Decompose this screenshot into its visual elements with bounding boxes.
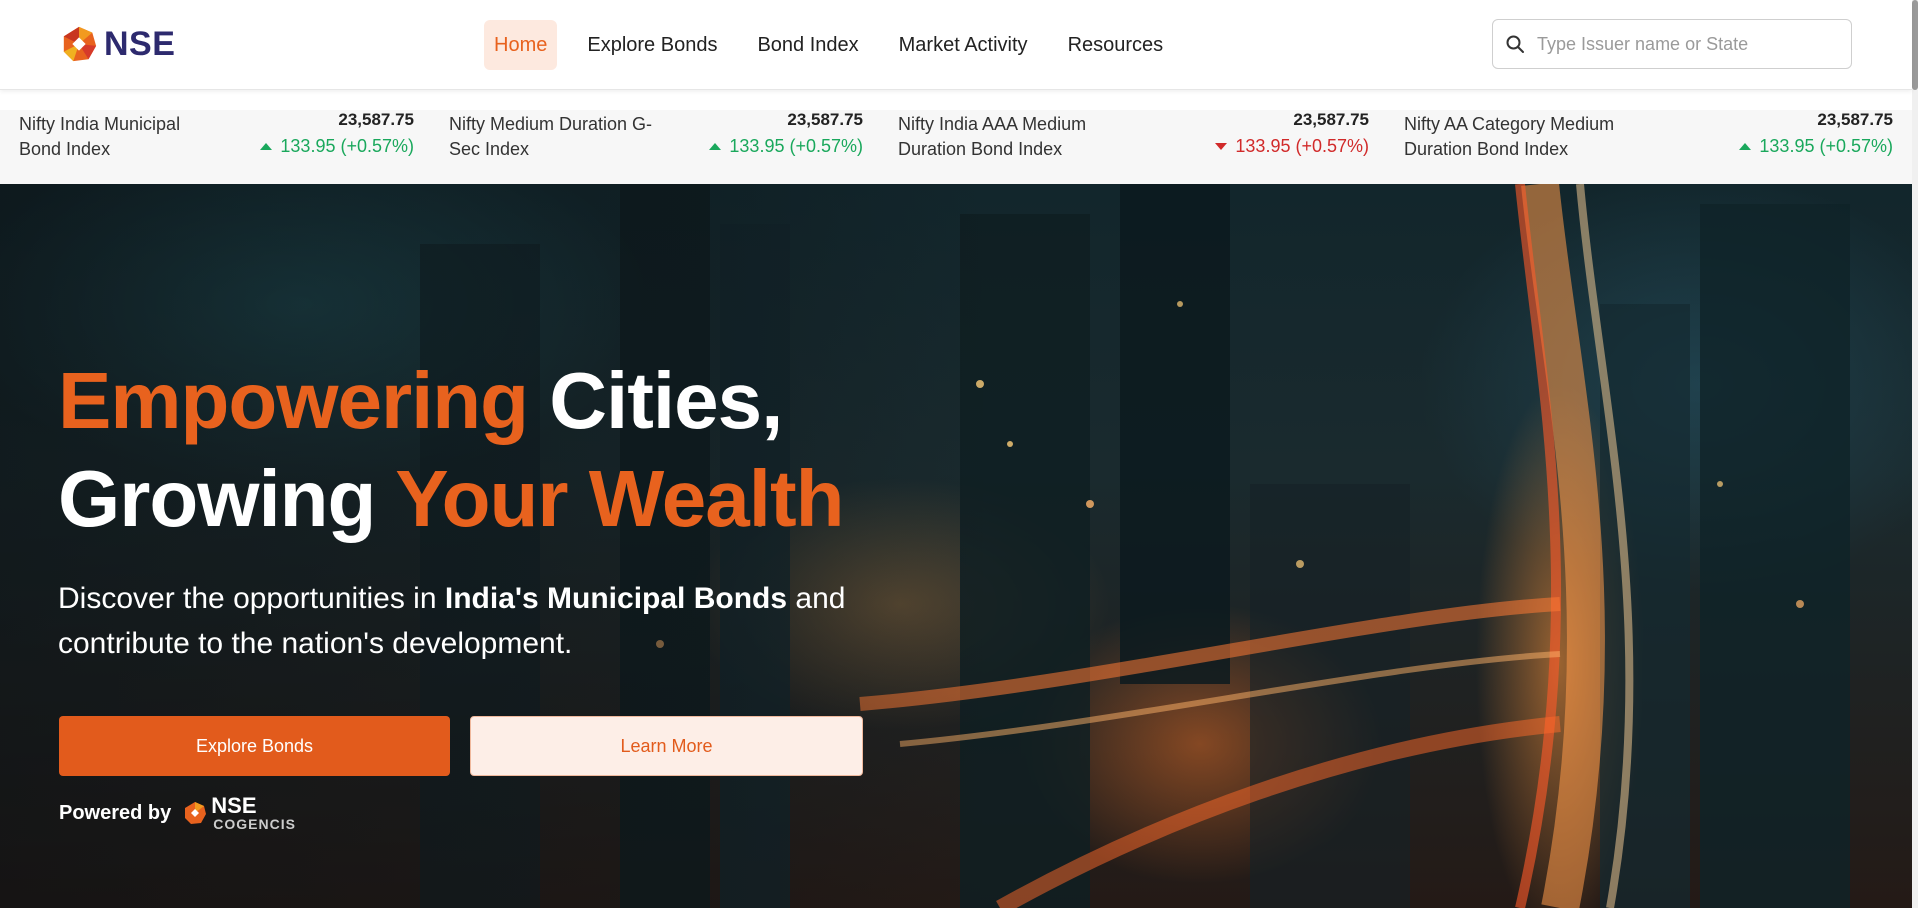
nav-bond-index[interactable]: Bond Index [747, 20, 868, 70]
ticker-value: 23,587.75 [1817, 110, 1893, 129]
ticker-name-line: Duration Bond Index [898, 139, 1063, 159]
cogencis-wordmark: NSE COGENCIS [211, 793, 296, 832]
cogencis-logo-icon [185, 802, 207, 824]
partner-sub: COGENCIS [213, 816, 296, 832]
ticker-value: 23,587.75 [1293, 110, 1369, 129]
ticker-value: 23,587.75 [338, 110, 414, 129]
ticker-name-line: Nifty India Municipal [19, 114, 181, 134]
ticker-item[interactable]: Nifty India Municipal Bond Index 23,587.… [19, 110, 414, 184]
ticker-change: 133.95 (+0.57%) [1215, 136, 1369, 157]
nav-market-activity[interactable]: Market Activity [889, 20, 1038, 70]
ticker-name-line: Sec Index [449, 139, 530, 159]
search-icon [1506, 35, 1524, 53]
top-header: NSE Home Explore Bonds Bond Index Market… [0, 0, 1912, 90]
ticker-change: 133.95 (+0.57%) [709, 136, 863, 157]
powered-by: Powered by NSE COGENCIS [59, 795, 296, 832]
ticker-item[interactable]: Nifty AA Category Medium Duration Bond I… [1404, 110, 1893, 184]
brand-name: NSE [104, 24, 176, 63]
explore-bonds-button[interactable]: Explore Bonds [59, 716, 450, 776]
ticker-value: 23,587.75 [787, 110, 863, 129]
page-scrollbar[interactable] [1912, 0, 1918, 908]
headline-line-1: Empowering Cities, [58, 352, 844, 450]
main-nav: Home Explore Bonds Bond Index Market Act… [484, 20, 1185, 70]
powered-by-label: Powered by [59, 801, 172, 824]
nse-logo-icon [63, 26, 97, 62]
ticker-name: Nifty Medium Duration G- Sec Index [449, 112, 652, 162]
headline-accent: Your Wealth [395, 454, 844, 543]
ticker-name-line: Nifty India AAA Medium [898, 114, 1087, 134]
search-input[interactable] [1537, 33, 1837, 55]
ticker-item[interactable]: Nifty Medium Duration G- Sec Index 23,58… [449, 110, 863, 184]
ticker-change-text: 133.95 (+0.57%) [280, 136, 414, 156]
learn-more-button[interactable]: Learn More [470, 716, 863, 776]
ticker-change-text: 133.95 (+0.57%) [1235, 136, 1369, 156]
ticker-name-line: Nifty AA Category Medium [1404, 114, 1615, 134]
subtext-part: Discover the opportunities in [58, 582, 445, 615]
arrow-down-icon [1215, 143, 1228, 150]
ticker-item[interactable]: Nifty India AAA Medium Duration Bond Ind… [898, 110, 1369, 184]
nav-explore-bonds[interactable]: Explore Bonds [577, 20, 727, 70]
ticker-name: Nifty AA Category Medium Duration Bond I… [1404, 112, 1614, 162]
ticker-name: Nifty India Municipal Bond Index [19, 112, 180, 162]
hero-subtext: Discover the opportunities in India's Mu… [58, 576, 898, 666]
arrow-up-icon [260, 143, 273, 150]
ticker-change-text: 133.95 (+0.57%) [1759, 136, 1893, 156]
ticker-change-text: 133.95 (+0.57%) [729, 136, 863, 156]
hero-headline: Empowering Cities, Growing Your Wealth [58, 352, 845, 548]
subtext-bold: India's Municipal Bonds [444, 582, 788, 615]
search-box[interactable] [1492, 19, 1852, 69]
arrow-up-icon [1739, 143, 1752, 150]
ticker-name-line: Nifty Medium Duration G- [449, 114, 653, 134]
headline-accent: Empowering [58, 356, 529, 445]
ticker-name: Nifty India AAA Medium Duration Bond Ind… [898, 112, 1086, 162]
nse-logo[interactable]: NSE [60, 24, 175, 64]
index-ticker: Nifty India Municipal Bond Index 23,587.… [0, 110, 1912, 184]
ticker-change: 133.95 (+0.57%) [260, 136, 414, 157]
partner-name: NSE [211, 793, 257, 818]
ticker-change: 133.95 (+0.57%) [1739, 136, 1893, 157]
hero-banner: Empowering Cities, Growing Your Wealth D… [0, 184, 1912, 908]
nse-cogencis-logo: NSE COGENCIS [183, 795, 296, 831]
arrow-up-icon [709, 143, 722, 150]
nav-home[interactable]: Home [484, 20, 558, 70]
nav-resources[interactable]: Resources [1058, 20, 1174, 70]
scrollbar-thumb[interactable] [1912, 0, 1918, 90]
headline-text: Growing [58, 454, 376, 543]
ticker-name-line: Duration Bond Index [1404, 139, 1569, 159]
ticker-name-line: Bond Index [19, 139, 111, 159]
headline-text: Cities, [549, 356, 783, 445]
headline-line-2: Growing Your Wealth [58, 450, 845, 548]
